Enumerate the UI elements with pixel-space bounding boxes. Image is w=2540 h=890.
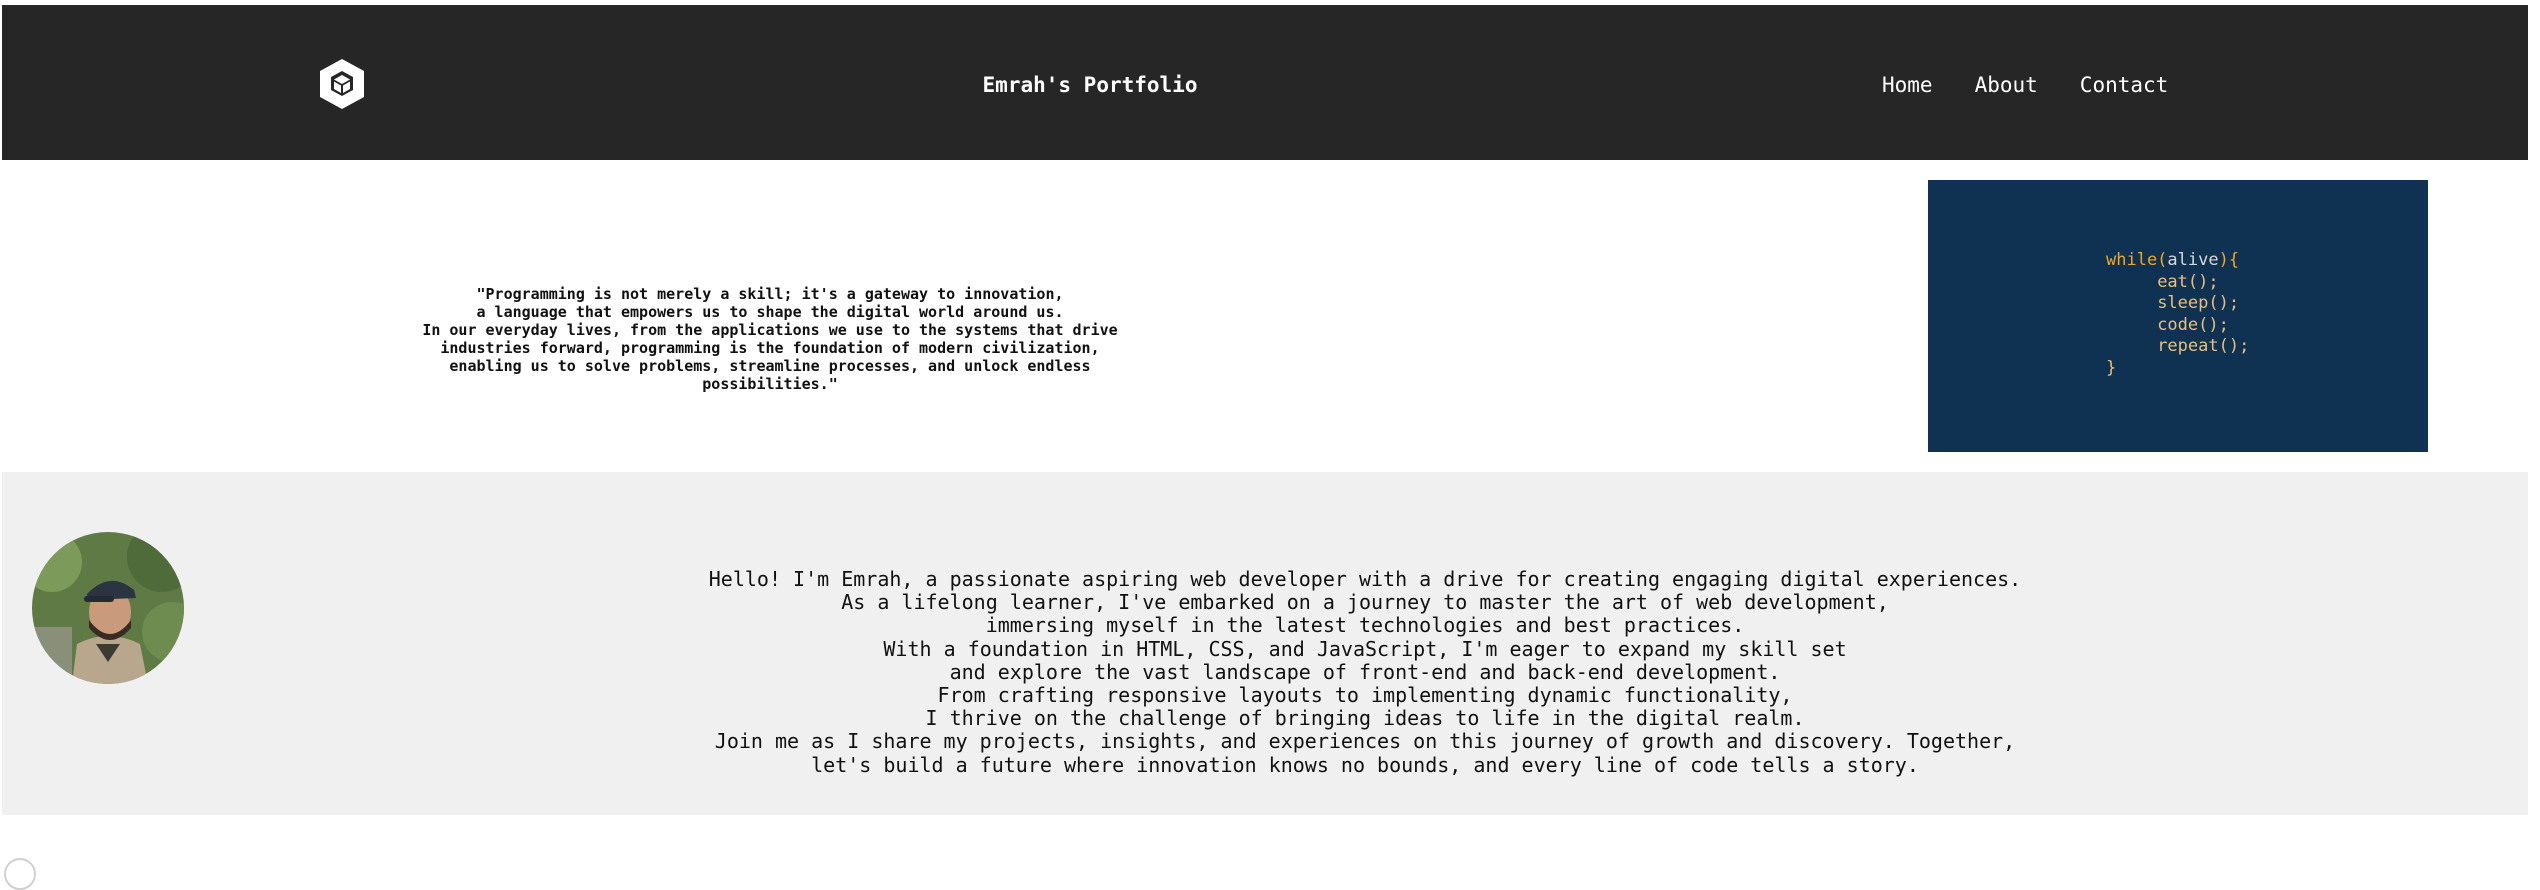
site-title: Emrah's Portfolio (982, 73, 1198, 97)
about-bio-text: Hello! I'm Emrah, a passionate aspiring … (708, 567, 2022, 777)
code-snippet-panel: while(alive){ eat(); sleep(); code(); re… (1928, 180, 2428, 452)
main-nav: Home About Contact (1882, 73, 2210, 97)
code-line-eat: eat(); (2157, 271, 2219, 292)
nav-about-link[interactable]: About (1975, 73, 2038, 97)
code-snippet: while(alive){ eat(); sleep(); code(); re… (2106, 250, 2249, 379)
code-line-code: code(); (2157, 314, 2229, 335)
code-while-arg: alive (2167, 250, 2219, 270)
nav-home-link[interactable]: Home (1882, 73, 1933, 97)
code-while-keyword: while( (2106, 250, 2168, 270)
programming-quote: "Programming is not merely a skill; it's… (422, 285, 1118, 393)
code-line-sleep: sleep(); (2157, 293, 2240, 313)
nav-contact-link[interactable]: Contact (2080, 73, 2169, 97)
code-line-repeat: repeat(); (2157, 336, 2250, 356)
code-while-end: ){ (2218, 250, 2240, 270)
about-section: Hello! I'm Emrah, a passionate aspiring … (2, 472, 2528, 815)
site-header: Emrah's Portfolio Home About Contact (2, 5, 2528, 160)
code-line-close: } (2106, 357, 2117, 378)
